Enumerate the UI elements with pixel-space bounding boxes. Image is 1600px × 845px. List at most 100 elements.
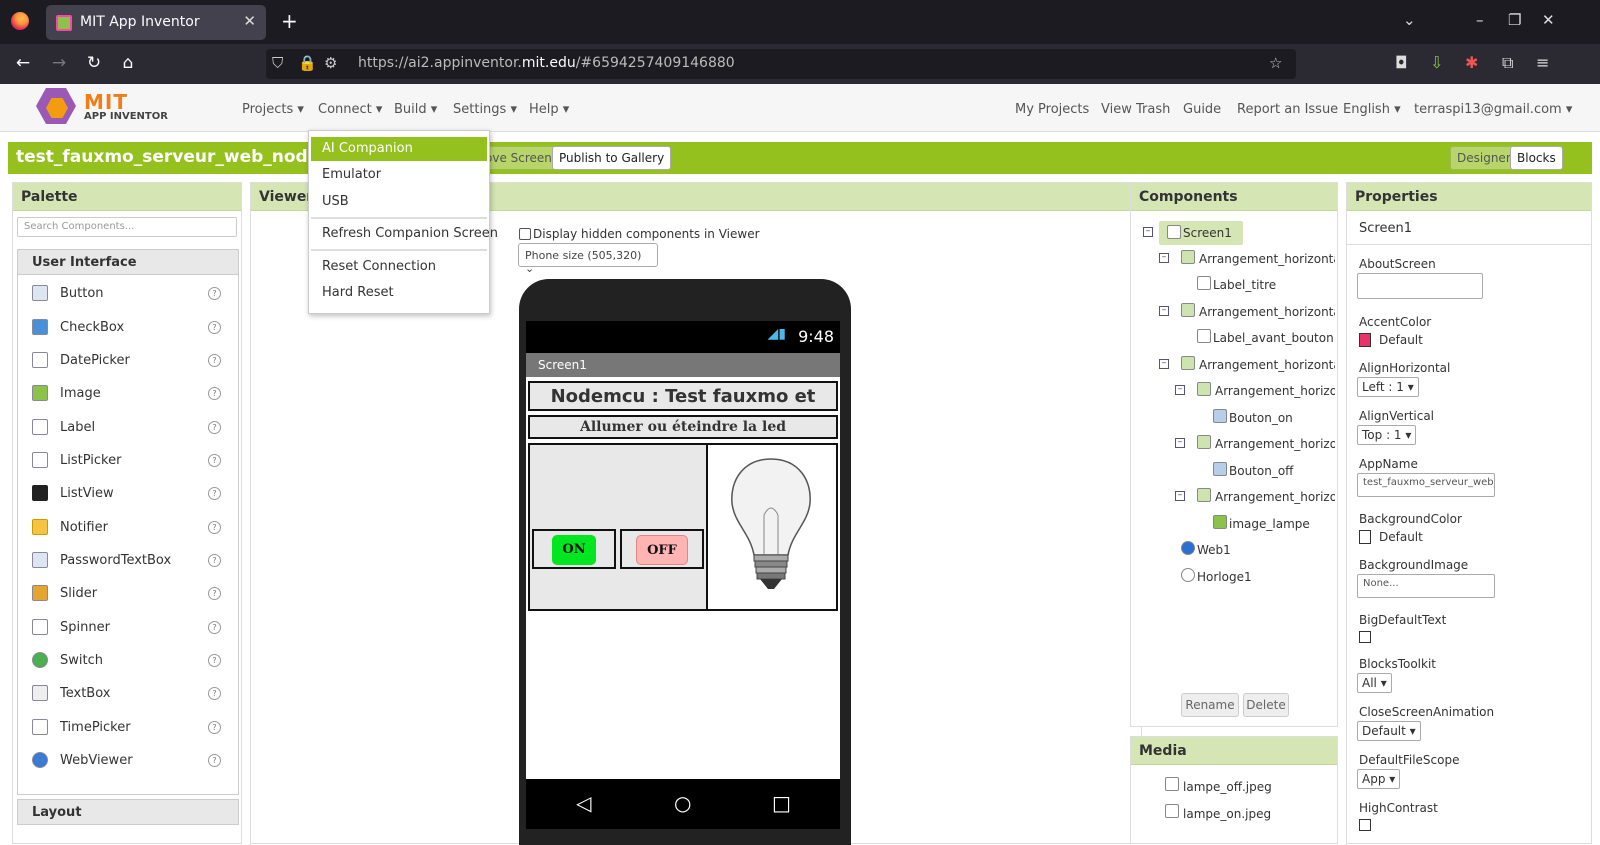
bouton-on[interactable]: ON [552,535,596,565]
help-icon[interactable]: ? [208,621,221,634]
collapse-icon[interactable]: – [1143,227,1155,239]
menu-settings[interactable]: Settings ▾ [453,102,517,117]
tree-item-arr-on[interactable]: –Arrangement_horizont [1175,381,1335,401]
help-icon[interactable]: ? [208,287,221,300]
palette-item-slider[interactable]: Slider? [18,577,238,611]
media-item[interactable]: lampe_off.jpeg [1165,777,1325,797]
palette-item-image[interactable]: Image? [18,377,238,411]
menu-connect[interactable]: Connect ▾ [318,102,382,117]
forward-icon[interactable]: → [48,53,70,73]
background-color-swatch[interactable] [1359,530,1371,544]
permissions-icon[interactable]: ⚙ [324,54,337,72]
menu-projects[interactable]: Projects ▾ [242,102,304,117]
arrangement-on[interactable]: ON [532,529,616,569]
menu-item-usb[interactable]: USB [311,190,487,214]
tree-item-arr-s[interactable]: –Arrangement_horizontal_s [1159,302,1335,322]
background-image-input[interactable]: None... [1357,574,1495,598]
display-hidden-checkbox[interactable]: Display hidden components in Viewer [519,227,760,241]
arrangement-off[interactable]: OFF [620,529,704,569]
align-horizontal-select[interactable]: Left : 1 ▾ [1357,377,1419,397]
tree-item-arr-e[interactable]: –Arrangement_horizontal_e [1159,355,1335,375]
browser-tab[interactable]: MIT App Inventor ✕ [46,5,266,40]
delete-button[interactable]: Delete [1243,693,1289,717]
arrangement-horizontal[interactable]: ON OFF [528,443,838,611]
close-tab-icon[interactable]: ✕ [243,12,256,30]
restore-icon[interactable]: ❐ [1508,11,1521,29]
appname-input[interactable]: test_fauxmo_serveur_web_r [1357,473,1495,497]
palette-item-listview[interactable]: ListView? [18,477,238,511]
pocket-icon[interactable]: ◘ [1395,53,1408,72]
palette-item-notifier[interactable]: Notifier? [18,511,238,545]
tree-item-label-titre[interactable]: Label_titre [1197,275,1327,295]
menu-item-hard-reset[interactable]: Hard Reset [311,281,487,305]
align-vertical-select[interactable]: Top : 1 ▾ [1357,425,1417,445]
publish-gallery-button[interactable]: Publish to Gallery [552,146,672,170]
layout-section[interactable]: Layout [17,799,239,825]
palette-item-timepicker[interactable]: TimePicker? [18,711,238,745]
help-icon[interactable]: ? [208,454,221,467]
tree-item-bouton-off[interactable]: Bouton_off [1213,461,1333,481]
app-inventor-logo-icon[interactable] [36,88,76,124]
tree-item-label-avant-bouton[interactable]: Label_avant_bouton [1197,328,1333,348]
background-color-value[interactable]: Default [1379,530,1423,544]
close-window-icon[interactable]: ✕ [1542,11,1555,29]
menu-item-ai-companion[interactable]: AI Companion [311,137,487,161]
home-icon[interactable]: ⌂ [117,53,139,73]
new-tab-icon[interactable]: + [281,9,298,33]
tree-item-horloge1[interactable]: Horloge1 [1181,567,1301,587]
file-scope-select[interactable]: App ▾ [1357,769,1401,789]
shield-icon[interactable]: ⛉ [272,54,283,72]
bigdefaulttext-checkbox[interactable] [1359,631,1371,643]
link-my-projects[interactable]: My Projects [1015,102,1089,117]
help-icon[interactable]: ? [208,754,221,767]
image-lampe[interactable] [706,445,836,609]
extension-icon[interactable]: ✱ [1465,53,1478,72]
label-avant-bouton[interactable]: Allumer ou éteindre la led [528,415,838,439]
help-icon[interactable]: ? [208,587,221,600]
extensions-puzzle-icon[interactable]: ⧉ [1502,53,1513,73]
tree-item-arr-off[interactable]: –Arrangement_horizont [1175,434,1335,454]
account-menu[interactable]: terraspi13@gmail.com ▾ [1414,102,1572,117]
tree-item-arr-img[interactable]: –Arrangement_horizont [1175,487,1335,507]
language-menu[interactable]: English ▾ [1343,102,1401,117]
help-icon[interactable]: ? [208,687,221,700]
help-icon[interactable]: ? [208,554,221,567]
help-icon[interactable]: ? [208,321,221,334]
help-icon[interactable]: ? [208,721,221,734]
palette-item-button[interactable]: Button? [18,277,238,311]
reload-icon[interactable]: ↻ [83,53,105,73]
tree-item-image-lampe[interactable]: image_lampe [1213,514,1333,534]
tree-item-arr-titre[interactable]: –Arrangement_horizontal_t [1159,249,1335,269]
menu-build[interactable]: Build ▾ [394,102,437,117]
url-bar[interactable]: ⛉ 🔒 ⚙ https://ai2.appinventor.mit.edu/#6… [266,49,1296,79]
search-components-input[interactable]: Search Components... [17,217,237,237]
bouton-off[interactable]: OFF [636,535,688,565]
link-view-trash[interactable]: View Trash [1101,102,1170,117]
bookmark-star-icon[interactable]: ☆ [1269,54,1282,72]
link-report-issue[interactable]: Report an Issue [1237,102,1338,117]
help-icon[interactable]: ? [208,654,221,667]
palette-item-spinner[interactable]: Spinner? [18,611,238,645]
palette-item-label[interactable]: Label? [18,411,238,445]
downloads-icon[interactable]: ⇩ [1430,53,1443,72]
phone-size-select[interactable]: Phone size (505,320) ⌄ [518,243,658,275]
lock-icon[interactable]: 🔒 [298,54,317,72]
menu-item-emulator[interactable]: Emulator [311,163,487,187]
minimize-icon[interactable]: – [1476,11,1484,29]
label-titre[interactable]: Nodemcu : Test fauxmo et [528,381,838,411]
close-animation-select[interactable]: Default ▾ [1357,721,1421,741]
tree-item-bouton-on[interactable]: Bouton_on [1213,408,1333,428]
palette-item-datepicker[interactable]: DatePicker? [18,344,238,378]
palette-item-passwordtextbox[interactable]: PasswordTextBox? [18,544,238,578]
designer-button[interactable]: Designer [1450,146,1518,170]
user-interface-section[interactable]: User Interface [17,249,239,275]
palette-item-listpicker[interactable]: ListPicker? [18,444,238,478]
rename-button[interactable]: Rename [1181,693,1239,717]
remove-screen-button[interactable]: ove Screen [478,146,559,170]
tree-item-screen1[interactable]: Screen1 [1159,221,1243,245]
blocks-button[interactable]: Blocks [1510,146,1563,170]
menu-item-reset-connection[interactable]: Reset Connection [311,255,487,279]
checkbox-icon[interactable] [519,228,531,240]
palette-item-webviewer[interactable]: WebViewer? [18,744,238,778]
menu-help[interactable]: Help ▾ [529,102,569,117]
